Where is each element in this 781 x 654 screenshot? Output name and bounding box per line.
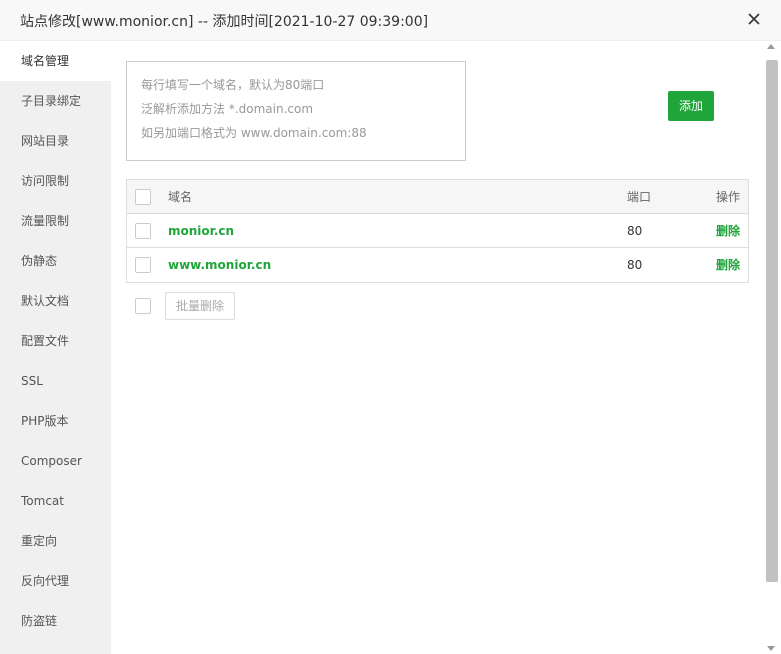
- column-header-action: 操作: [715, 190, 740, 204]
- scroll-down-arrow-icon[interactable]: [767, 646, 775, 651]
- batch-delete-button[interactable]: 批量删除: [165, 292, 235, 320]
- sidebar-item-subdirectory-binding[interactable]: 子目录绑定: [0, 81, 111, 121]
- dialog-titlebar: 站点修改[www.monior.cn] -- 添加时间[2021-10-27 0…: [0, 0, 781, 41]
- sidebar-item-hotlink-protection[interactable]: 防盗链: [0, 601, 111, 641]
- sidebar-item-tomcat[interactable]: Tomcat: [0, 481, 111, 521]
- sidebar-item-traffic-limit[interactable]: 流量限制: [0, 201, 111, 241]
- select-all-checkbox[interactable]: [135, 189, 151, 205]
- placeholder-line: 泛解析添加方法 *.domain.com: [141, 102, 314, 116]
- placeholder-line: 如另加端口格式为 www.domain.com:88: [141, 126, 367, 140]
- scroll-up-arrow-icon[interactable]: [767, 44, 775, 49]
- delete-link[interactable]: 删除: [716, 248, 740, 282]
- vertical-scrollbar[interactable]: [763, 41, 781, 654]
- sidebar-item-domain-management[interactable]: 域名管理: [0, 41, 111, 81]
- domain-link[interactable]: www.monior.cn: [168, 248, 271, 282]
- port-cell: 80: [627, 258, 643, 272]
- batch-select-checkbox[interactable]: [135, 298, 151, 314]
- main-content: 每行填写一个域名，默认为80端口 泛解析添加方法 *.domain.com 如另…: [111, 41, 763, 654]
- row-checkbox[interactable]: [135, 223, 151, 239]
- column-header-port: 端口: [627, 190, 652, 204]
- sidebar-item-composer[interactable]: Composer: [0, 441, 111, 481]
- sidebar-item-ssl[interactable]: SSL: [0, 361, 111, 401]
- delete-link[interactable]: 删除: [716, 214, 740, 248]
- domain-table: 域名 端口 操作 monior.cn 80 删除 www.monior.cn 8…: [126, 179, 749, 283]
- table-header-row: 域名 端口 操作: [127, 180, 748, 214]
- port-cell: 80: [627, 224, 643, 238]
- column-header-domain: 域名: [168, 190, 193, 204]
- sidebar-item-redirect[interactable]: 重定向: [0, 521, 111, 561]
- table-row: monior.cn 80 删除: [127, 214, 748, 248]
- sidebar-item-site-directory[interactable]: 网站目录: [0, 121, 111, 161]
- add-domain-button[interactable]: 添加: [668, 91, 714, 121]
- domain-textarea[interactable]: 每行填写一个域名，默认为80端口 泛解析添加方法 *.domain.com 如另…: [126, 61, 466, 161]
- sidebar-item-access-restriction[interactable]: 访问限制: [0, 161, 111, 201]
- sidebar-item-php-version[interactable]: PHP版本: [0, 401, 111, 441]
- scrollbar-thumb[interactable]: [766, 60, 778, 582]
- sidebar-item-default-document[interactable]: 默认文档: [0, 281, 111, 321]
- dialog-title: 站点修改[www.monior.cn] -- 添加时间[2021-10-27 0…: [20, 14, 429, 30]
- site-edit-dialog: 站点修改[www.monior.cn] -- 添加时间[2021-10-27 0…: [0, 0, 781, 654]
- batch-actions: 批量删除: [126, 292, 426, 320]
- close-icon[interactable]: [745, 10, 763, 28]
- domain-link[interactable]: monior.cn: [168, 214, 234, 248]
- placeholder-line: 每行填写一个域名，默认为80端口: [141, 78, 325, 92]
- sidebar: 域名管理 子目录绑定 网站目录 访问限制 流量限制 伪静态 默认文档 配置文件 …: [0, 41, 111, 654]
- row-checkbox[interactable]: [135, 257, 151, 273]
- sidebar-item-reverse-proxy[interactable]: 反向代理: [0, 561, 111, 601]
- sidebar-item-rewrite[interactable]: 伪静态: [0, 241, 111, 281]
- table-row: www.monior.cn 80 删除: [127, 248, 748, 282]
- sidebar-item-config-file[interactable]: 配置文件: [0, 321, 111, 361]
